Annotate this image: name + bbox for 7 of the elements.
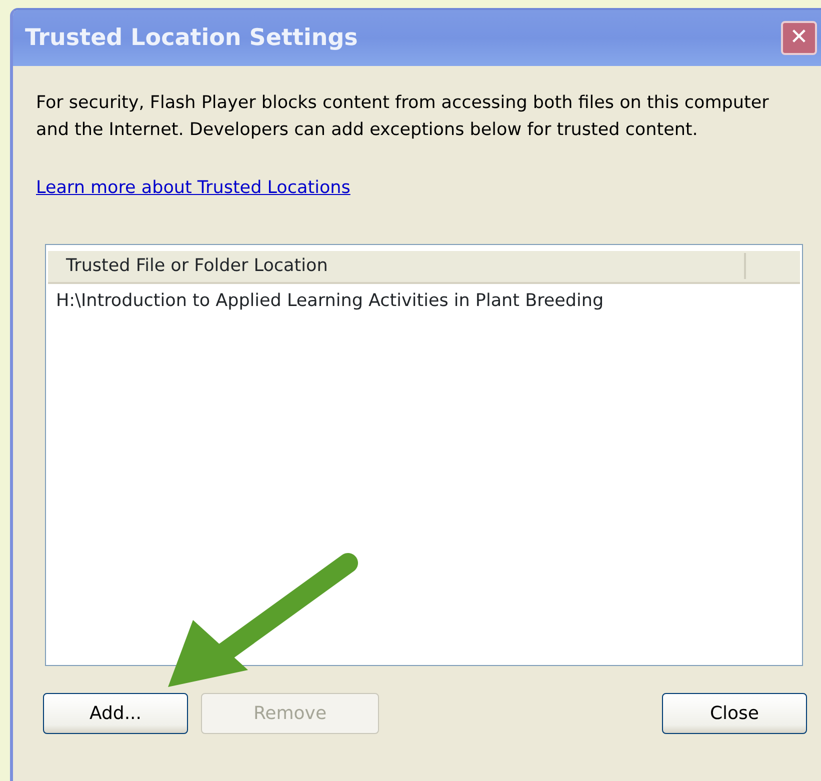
learn-more-link[interactable]: Learn more about Trusted Locations [36,178,350,198]
description-text: For security, Flash Player blocks content from accessing both files on this computer and the Internet. Developers can add exceptions below for trusted content. [36,92,770,142]
dialog-button[interactable]: Close [662,692,807,734]
dialog-button[interactable]: Add... [43,692,188,734]
close-button[interactable]: ✕ [781,21,817,55]
location-row[interactable]: H:\Introduction to Applied Learning Activities in Plant Breeding [48,284,800,318]
window-title: Trusted Location Settings [25,24,358,53]
